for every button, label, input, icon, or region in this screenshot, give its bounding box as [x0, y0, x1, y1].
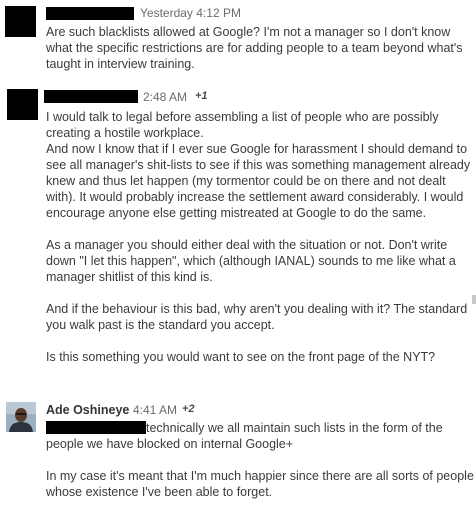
scrollbar-thumb[interactable]	[472, 295, 476, 304]
comment-timestamp[interactable]: 2:48 AM	[143, 90, 187, 104]
comment-paragraph: technically we all maintain such lists i…	[46, 420, 474, 452]
comment-body: Are such blacklists allowed at Google? I…	[46, 24, 474, 72]
comment-paragraph: In my case it's meant that I'm much happ…	[46, 469, 474, 499]
comment-timestamp[interactable]: Yesterday 4:12 PM	[140, 6, 241, 20]
plus-one-count[interactable]: +2	[182, 403, 195, 415]
redacted-author-name	[46, 7, 134, 20]
comment-timestamp[interactable]: 4:41 AM	[133, 403, 177, 417]
redacted-author-name	[44, 90, 138, 103]
user-photo-icon	[6, 402, 36, 432]
comment-paragraph: And now I know that if I ever sue Google…	[46, 142, 471, 220]
avatar[interactable]	[7, 89, 38, 120]
author-name[interactable]: Ade Oshineye	[46, 403, 129, 417]
comment-paragraph: As a manager you should either deal with…	[46, 238, 456, 284]
redacted-mention	[46, 421, 146, 434]
comment-paragraph: Is this something you would want to see …	[46, 350, 436, 364]
comment-paragraph: Are such blacklists allowed at Google? I…	[46, 25, 463, 71]
plus-one-count[interactable]: +1	[195, 90, 208, 102]
avatar[interactable]	[6, 402, 36, 432]
comment-paragraph: I would talk to legal before assembling …	[46, 110, 439, 140]
avatar[interactable]	[5, 6, 36, 37]
comment-body: I would talk to legal before assembling …	[46, 109, 474, 365]
comment-paragraph: And if the behaviour is this bad, why ar…	[46, 302, 468, 332]
comment-body: technically we all maintain such lists i…	[46, 420, 474, 500]
